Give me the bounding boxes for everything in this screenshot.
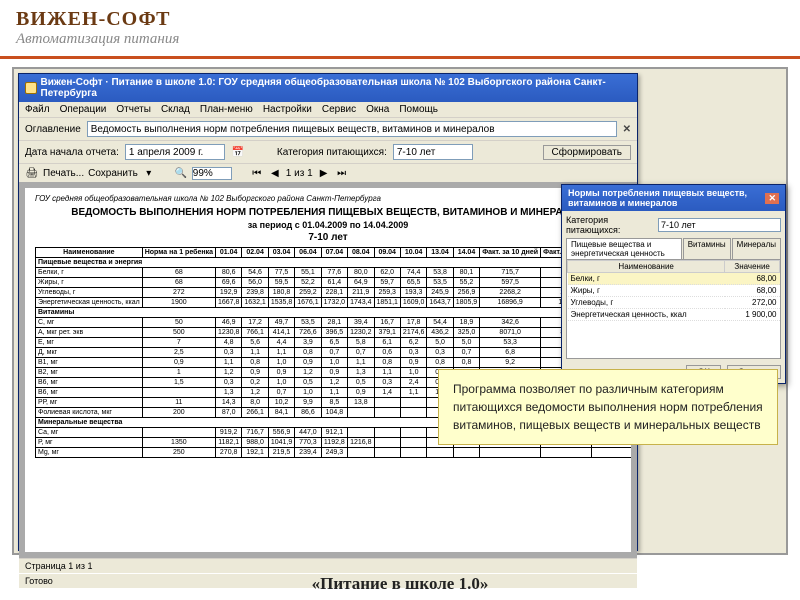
generate-button[interactable]: Сформировать	[543, 145, 632, 160]
footer-caption: «Питание в школе 1.0»	[0, 574, 800, 594]
dropdown-icon[interactable]: ▾	[142, 166, 156, 180]
main-window: Вижен-Софт · Питание в школе 1.0: ГОУ ср…	[18, 73, 638, 551]
save-label[interactable]: Сохранить	[88, 168, 138, 179]
popup-tab[interactable]: Пищевые вещества и энергетическая ценнос…	[566, 238, 682, 259]
category-input[interactable]	[393, 144, 473, 160]
menu-Окна[interactable]: Окна	[366, 104, 389, 115]
menu-Настройки[interactable]: Настройки	[263, 104, 312, 115]
divider	[0, 56, 800, 59]
popup-tab[interactable]: Минералы	[732, 238, 781, 259]
report-org: ГОУ средняя общеобразовательная школа № …	[35, 194, 621, 203]
status-page: Страница 1 из 1	[25, 561, 92, 571]
slide-header: ВИЖЕН-СОФТ Автоматизация питания	[0, 0, 800, 52]
zoom-input[interactable]	[192, 167, 232, 180]
brand-subtitle: Автоматизация питания	[16, 31, 784, 48]
app-icon	[25, 82, 37, 94]
popup-titlebar[interactable]: Нормы потребления пищевых веществ, витам…	[562, 185, 785, 211]
page-indicator: 1 из 1	[286, 168, 313, 179]
window-title: Вижен-Софт · Питание в школе 1.0: ГОУ ср…	[41, 77, 632, 99]
description-callout: Программа позволяет по различным категор…	[438, 369, 778, 445]
popup-tab[interactable]: Витамины	[683, 238, 731, 259]
titlebar[interactable]: Вижен-Софт · Питание в школе 1.0: ГОУ ср…	[19, 74, 637, 102]
menu-Файл[interactable]: Файл	[25, 104, 50, 115]
popup-cat-input[interactable]	[658, 218, 781, 232]
date-label: Дата начала отчета:	[25, 147, 119, 158]
print-label[interactable]: Печать...	[43, 168, 84, 179]
popup-cat-label: Категория питающихся:	[566, 215, 654, 235]
first-page-icon[interactable]: ⏮	[250, 166, 264, 180]
heading-label: Оглавление	[25, 124, 81, 135]
menu-Сервис[interactable]: Сервис	[322, 104, 356, 115]
zoom-icon[interactable]: 🔍	[174, 166, 188, 180]
screenshot-board: Вижен-Софт · Питание в школе 1.0: ГОУ ср…	[12, 67, 788, 555]
popup-title: Нормы потребления пищевых веществ, витам…	[568, 188, 761, 208]
heading-input[interactable]	[87, 121, 617, 137]
menu-Операции[interactable]: Операции	[60, 104, 107, 115]
print-toolbar: 🖨 Печать... Сохранить ▾ 🔍 ⏮ ◀ 1 из 1 ▶ ⏭	[19, 163, 637, 182]
popup-grid[interactable]: НаименованиеЗначениеБелки, г68,00Жиры, г…	[566, 259, 781, 359]
popup-tabs[interactable]: Пищевые вещества и энергетическая ценнос…	[566, 238, 781, 259]
menubar[interactable]: Файл Операции Отчеты Склад План-меню Настройк…	[19, 102, 637, 117]
next-page-icon[interactable]: ▶	[317, 166, 331, 180]
report-period: за период с 01.04.2009 по 14.04.2009	[35, 220, 621, 230]
menu-План-меню[interactable]: План-меню	[200, 104, 253, 115]
params-row: Дата начала отчета: 📅 Категория питающих…	[19, 140, 637, 163]
report-age: 7-10 лет	[35, 232, 621, 243]
category-label: Категория питающихся:	[277, 147, 387, 158]
prev-page-icon[interactable]: ◀	[268, 166, 282, 180]
last-page-icon[interactable]: ⏭	[335, 166, 349, 180]
brand-title: ВИЖЕН-СОФТ	[16, 8, 784, 31]
menu-Помощь[interactable]: Помощь	[399, 104, 438, 115]
statusbar: Страница 1 из 1	[19, 558, 637, 573]
popup-close-icon[interactable]: ✕	[765, 193, 779, 204]
menu-Отчеты[interactable]: Отчеты	[116, 104, 151, 115]
menu-Склад[interactable]: Склад	[161, 104, 190, 115]
calendar-icon[interactable]: 📅	[231, 145, 245, 159]
report-title: ВЕДОМОСТЬ ВЫПОЛНЕНИЯ НОРМ ПОТРЕБЛЕНИЯ ПИ…	[35, 207, 621, 218]
popup-body: Категория питающихся: Пищевые вещества и…	[562, 211, 785, 383]
heading-row: Оглавление ✕	[19, 117, 637, 140]
close-icon[interactable]: ✕	[623, 124, 631, 135]
date-input[interactable]	[125, 144, 225, 160]
norms-popup[interactable]: Нормы потребления пищевых веществ, витам…	[561, 184, 786, 384]
print-icon[interactable]: 🖨	[25, 166, 39, 180]
